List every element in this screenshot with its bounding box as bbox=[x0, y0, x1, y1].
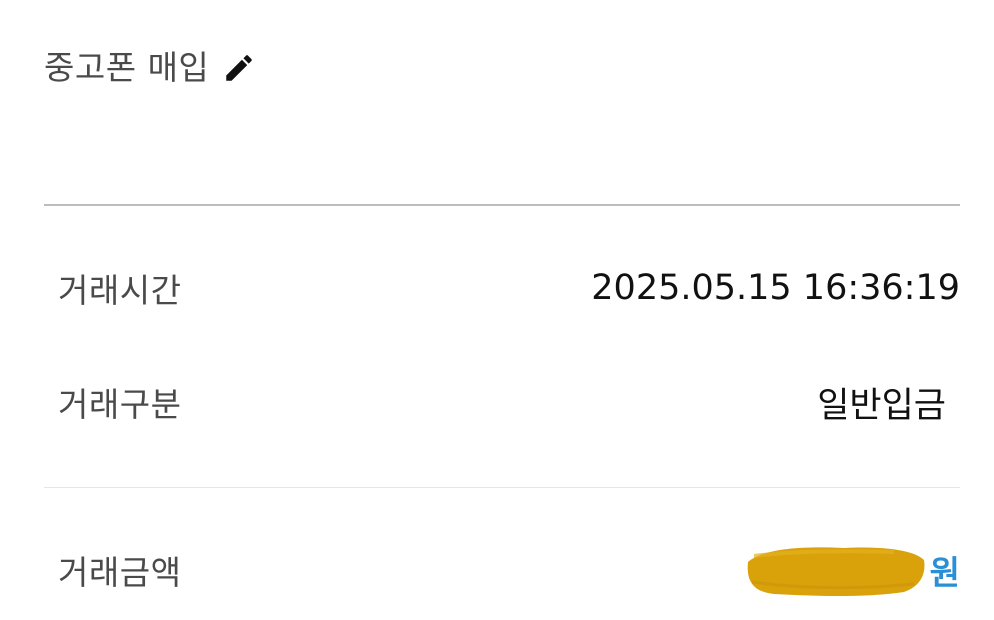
transaction-amount-row: 거래금액 원 bbox=[58, 540, 960, 600]
pencil-icon[interactable] bbox=[221, 50, 257, 86]
title-row: 중고폰 매입 bbox=[44, 42, 257, 94]
section-divider bbox=[44, 487, 960, 488]
header-divider bbox=[44, 204, 960, 206]
transaction-time-row: 거래시간 2025.05.15 16:36:19 bbox=[58, 258, 960, 318]
transaction-type-label: 거래구분 bbox=[58, 385, 182, 424]
transaction-amount-label: 거래금액 bbox=[58, 553, 182, 592]
page-title: 중고폰 매입 bbox=[44, 48, 210, 87]
redaction-mark bbox=[747, 547, 925, 596]
transaction-type-value: 일반입금 bbox=[817, 385, 946, 426]
transaction-amount-value: 원 bbox=[747, 540, 960, 600]
transaction-time-label: 거래시간 bbox=[58, 271, 182, 310]
currency-unit: 원 bbox=[929, 553, 960, 592]
transaction-type-row: 거래구분 일반입금 bbox=[58, 372, 960, 432]
transaction-time-value: 2025.05.15 16:36:19 bbox=[591, 268, 960, 308]
